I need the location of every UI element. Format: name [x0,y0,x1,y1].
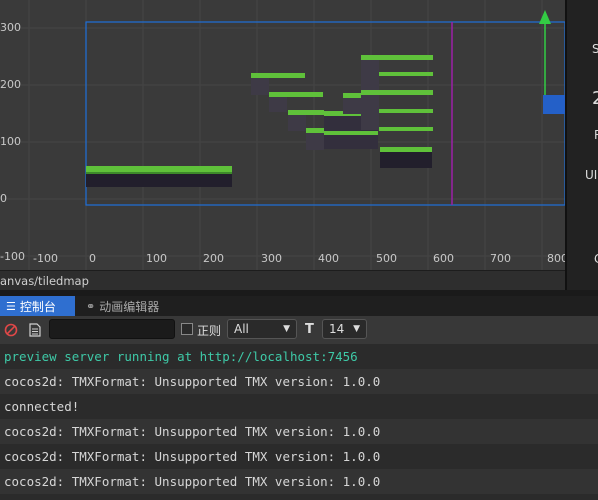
x-tick: 400 [318,252,339,265]
font-size-select[interactable]: 14 ▼ [322,319,367,339]
log-row[interactable]: cocos2d: TMXFormat: Unsupported TMX vers… [0,419,598,444]
x-tick: 500 [376,252,397,265]
inspector-label: R [594,128,598,142]
tab-console-label: 控制台 [19,299,56,314]
document-icon [29,323,41,337]
font-size-icon: T [305,322,314,337]
regex-checkbox[interactable] [181,323,193,335]
x-tick: 200 [203,252,224,265]
log-row[interactable]: cocos2d: TMXFormat: Unsupported TMX vers… [0,444,598,469]
dropdown-arrow-icon: ▼ [353,324,360,334]
dropdown-arrow-icon: ▼ [283,324,290,334]
y-tick: -100 [0,250,25,263]
log-text: connected! [4,399,80,414]
log-text: cocos2d: TMXFormat: Unsupported TMX vers… [4,474,381,489]
log-text: cocos2d: TMXFormat: Unsupported TMX vers… [4,374,381,389]
scene-breadcrumb: anvas/tiledmap [0,270,565,291]
animation-icon: ⚭ [86,299,96,313]
y-tick: 200 [0,78,21,91]
tilemap-tiles [86,55,433,187]
log-row[interactable]: connected! [0,394,598,419]
x-tick: 300 [261,252,282,265]
y-tick: 0 [0,192,7,205]
inspector-label: C [594,252,598,266]
tab-animation-label: 动画编辑器 [99,299,160,314]
console-output[interactable]: preview server running at http://localho… [0,344,598,500]
breadcrumb-path: anvas/tiledmap [0,274,89,288]
log-level-value: All [234,322,249,336]
inspector-value: 2 [592,88,598,109]
tab-animation-editor[interactable]: ⚭ 动画编辑器 [80,296,180,316]
inspector-label: UI [585,168,598,182]
log-text: preview server running at http://localho… [4,349,358,364]
x-tick: 0 [89,252,96,265]
log-row[interactable]: cocos2d: TMXFormat: Unsupported TMX vers… [0,369,598,394]
bottom-tabs: ☰ 控制台 ⚭ 动画编辑器 [0,296,598,317]
x-tick: 800 [547,252,565,265]
log-text: cocos2d: TMXFormat: Unsupported TMX vers… [4,449,381,464]
tab-console[interactable]: ☰ 控制台 [0,296,75,316]
filter-input[interactable] [49,319,175,339]
console-icon: ☰ [6,299,16,313]
scene-grid [0,0,565,270]
inspector-panel: S 2 R UI C [566,0,598,290]
log-level-select[interactable]: All ▼ [227,319,297,339]
regex-label: 正则 [197,324,222,338]
log-text: cocos2d: TMXFormat: Unsupported TMX vers… [4,424,381,439]
font-size-value: 14 [329,322,345,336]
open-log-file-button[interactable] [27,322,43,338]
transform-gizmo [539,10,565,114]
x-tick: 600 [433,252,454,265]
log-row[interactable]: cocos2d: TMXFormat: Unsupported TMX vers… [0,469,598,494]
scene-view[interactable]: 300 200 100 0 -100 -100 0 100 200 300 40… [0,0,565,270]
log-row[interactable]: preview server running at http://localho… [0,344,598,369]
x-tick: 100 [146,252,167,265]
console-toolbar: 正则 All ▼ T 14 ▼ [0,316,598,345]
inspector-label: S [592,42,598,56]
y-tick: 100 [0,135,21,148]
y-tick: 300 [0,21,21,34]
clear-button[interactable] [3,322,19,338]
clear-icon [4,323,18,337]
x-tick: -100 [33,252,58,265]
x-tick: 700 [490,252,511,265]
